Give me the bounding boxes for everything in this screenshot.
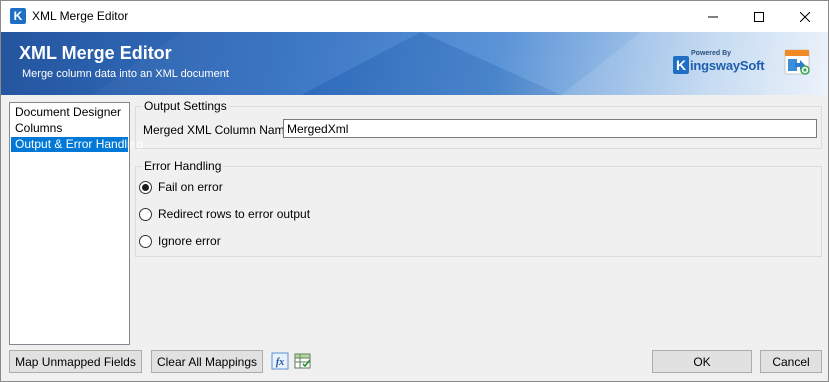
close-button[interactable] [782,1,828,32]
minimize-icon [708,16,718,17]
output-settings-legend: Output Settings [142,99,229,113]
cancel-button[interactable]: Cancel [760,350,822,373]
xml-merge-component-icon [784,49,810,75]
maximize-button[interactable] [736,1,782,32]
window-title: XML Merge Editor [32,9,129,23]
maximize-icon [754,11,764,22]
variables-grid-icon[interactable] [294,352,312,370]
logo-k-icon: K [673,56,689,74]
merged-xml-column-label: Merged XML Column Name: [143,123,295,137]
logo-powered-by: Powered By [691,50,732,57]
radio-ignore-error[interactable]: Ignore error [139,233,221,249]
kingswaysoft-logo: Powered By K ingswaySoft [673,50,765,82]
navigation-list: Document Designer Columns Output & Error… [9,102,143,345]
nav-item-output-error-handling[interactable]: Output & Error Handling [11,137,143,152]
merged-xml-column-input[interactable] [283,119,817,138]
nav-item-document-designer[interactable]: Document Designer [11,105,128,120]
title-bar[interactable]: K XML Merge Editor [1,1,828,32]
header-banner: XML Merge Editor Merge column data into … [1,32,828,95]
banner-title: XML Merge Editor [19,43,172,63]
xml-merge-editor-window: K XML Merge Editor XML Merge Editor Merg… [0,0,829,382]
ok-button[interactable]: OK [652,350,752,373]
map-unmapped-fields-button[interactable]: Map Unmapped Fields [9,350,142,373]
clear-all-mappings-button[interactable]: Clear All Mappings [151,350,263,373]
radio-fail-on-error[interactable]: Fail on error [139,179,223,195]
close-icon [800,11,810,22]
logo-name: ingswaySoft [690,58,765,73]
minimize-button[interactable] [690,1,736,32]
expression-fx-icon[interactable]: fx [271,352,289,370]
radio-button[interactable] [139,207,152,221]
radio-label: Ignore error [158,234,221,248]
kingswaysoft-k-icon: K [10,8,26,24]
error-handling-legend: Error Handling [142,159,224,173]
radio-redirect-rows[interactable]: Redirect rows to error output [139,206,310,222]
nav-item-columns[interactable]: Columns [11,121,128,136]
banner-subtitle: Merge column data into an XML document [22,68,229,80]
radio-button-checked[interactable] [139,180,152,194]
radio-label: Redirect rows to error output [158,207,311,221]
svg-text:fx: fx [276,357,284,368]
radio-button[interactable] [139,234,152,248]
radio-label: Fail on error [158,180,223,194]
